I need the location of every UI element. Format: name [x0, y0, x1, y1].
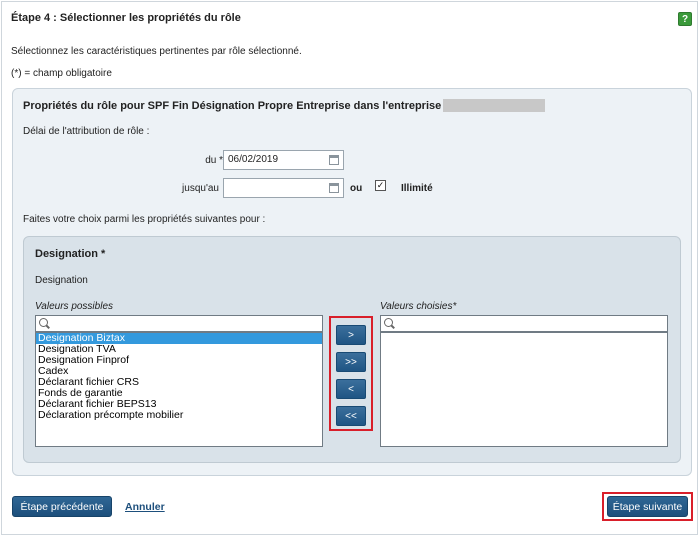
- enterprise-name-redacted: [443, 99, 546, 112]
- move-all-right-button[interactable]: >>: [336, 352, 366, 372]
- move-buttons-group: > >> < <<: [329, 316, 373, 431]
- chosen-values-search[interactable]: [380, 315, 668, 332]
- list-item[interactable]: Designation Finprof: [36, 355, 322, 366]
- designation-subtitle: Designation: [35, 275, 88, 286]
- cancel-link[interactable]: Annuler: [125, 501, 165, 513]
- role-delay-label: Délai de l'attribution de rôle :: [23, 126, 150, 137]
- until-date-label: jusqu'au: [182, 183, 219, 194]
- designation-title: Designation *: [35, 248, 106, 260]
- possible-values-list[interactable]: Designation Biztax Designation TVA Desig…: [35, 332, 323, 447]
- role-panel-heading-text: Propriétés du rôle pour SPF Fin Désignat…: [23, 99, 442, 112]
- from-date-value: 06/02/2019: [228, 154, 279, 165]
- role-panel-heading: Propriétés du rôle pour SPF Fin Désignat…: [23, 99, 546, 112]
- next-step-button[interactable]: Étape suivante: [607, 496, 688, 517]
- instructions-text: Sélectionnez les caractéristiques pertin…: [11, 46, 302, 57]
- move-left-button[interactable]: <: [336, 379, 366, 399]
- possible-values-label: Valeurs possibles: [35, 301, 114, 312]
- required-note: (*) = champ obligatoire: [11, 68, 112, 79]
- move-right-button[interactable]: >: [336, 325, 366, 345]
- from-date-label: du *: [205, 155, 223, 166]
- until-date-field[interactable]: [223, 178, 344, 198]
- wizard-frame: Étape 4 : Sélectionner les propriétés du…: [1, 1, 698, 535]
- calendar-icon[interactable]: [329, 155, 339, 165]
- next-step-highlight: Étape suivante: [602, 492, 693, 521]
- or-label: ou: [350, 183, 363, 194]
- previous-step-button[interactable]: Étape précédente: [12, 496, 112, 517]
- from-date-field[interactable]: 06/02/2019: [223, 150, 344, 170]
- unlimited-checkbox[interactable]: ✓: [375, 180, 386, 191]
- search-icon: [384, 318, 393, 327]
- possible-values-search[interactable]: [35, 315, 323, 332]
- unlimited-label: Illimité: [401, 183, 433, 194]
- designation-panel: Designation * Designation Valeurs possib…: [23, 236, 681, 463]
- move-all-left-button[interactable]: <<: [336, 406, 366, 426]
- chosen-values-label: Valeurs choisies*: [380, 301, 457, 312]
- search-icon: [39, 318, 48, 327]
- help-icon[interactable]: ?: [678, 12, 692, 26]
- list-item[interactable]: Déclaration précompte mobilier: [36, 410, 322, 421]
- calendar-icon[interactable]: [329, 183, 339, 193]
- choose-properties-label: Faites votre choix parmi les propriétés …: [23, 214, 266, 225]
- role-properties-panel: Propriétés du rôle pour SPF Fin Désignat…: [12, 88, 692, 476]
- page-title: Étape 4 : Sélectionner les propriétés du…: [11, 12, 241, 24]
- chosen-values-list[interactable]: [380, 332, 668, 447]
